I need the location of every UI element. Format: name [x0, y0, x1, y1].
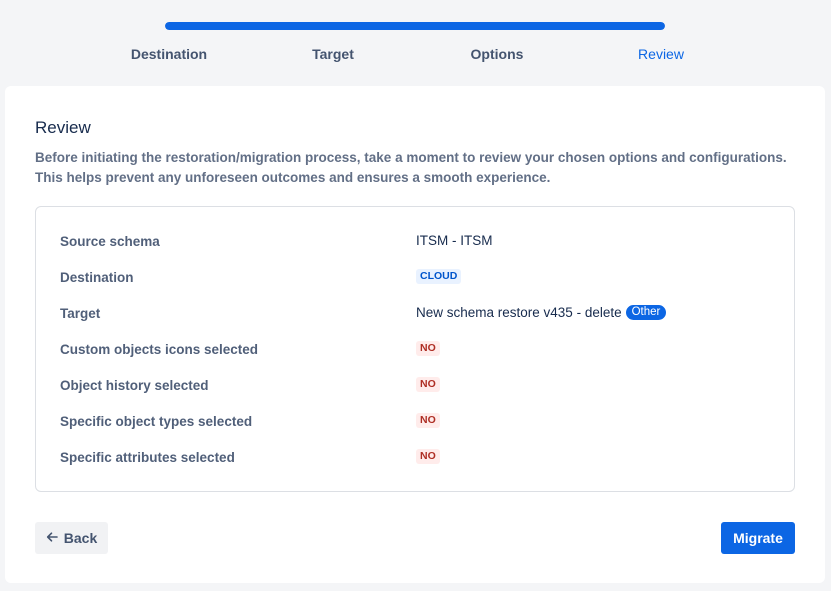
summary-panel: Source schema ITSM - ITSM Destination CL…: [35, 206, 795, 492]
review-card: Review Before initiating the restoration…: [5, 86, 825, 583]
status-badge: NO: [416, 341, 440, 356]
summary-row-object-history: Object history selected NO: [60, 374, 770, 398]
summary-value: NO: [416, 341, 440, 356]
page-title: Review: [35, 118, 91, 137]
target-type-badge: Other: [625, 305, 667, 320]
progress-bar: [165, 22, 665, 30]
summary-row-destination: Destination CLOUD: [60, 266, 770, 290]
summary-row-source-schema: Source schema ITSM - ITSM: [60, 230, 770, 254]
step-review[interactable]: Review: [591, 46, 731, 62]
summary-value: New schema restore v435 - delete Other: [416, 305, 667, 320]
summary-row-object-types: Specific object types selected NO: [60, 410, 770, 434]
summary-value: CLOUD: [416, 269, 462, 284]
summary-row-attributes: Specific attributes selected NO: [60, 446, 770, 470]
summary-label: Custom objects icons selected: [60, 342, 259, 357]
destination-badge: CLOUD: [416, 269, 462, 284]
summary-label: Source schema: [60, 234, 160, 249]
summary-label: Specific attributes selected: [60, 450, 235, 465]
status-badge: NO: [416, 413, 440, 428]
progress-bar-fill: [165, 22, 665, 30]
summary-label: Target: [60, 306, 101, 321]
back-button-label: Back: [63, 530, 98, 546]
summary-row-target: Target New schema restore v435 - delete …: [60, 302, 770, 326]
target-value: New schema restore v435 - delete: [416, 305, 622, 320]
step-destination[interactable]: Destination: [99, 46, 239, 62]
review-description: Before initiating the restoration/migrat…: [35, 150, 787, 185]
summary-label: Destination: [60, 270, 134, 285]
step-target[interactable]: Target: [263, 46, 403, 62]
source-schema-value: ITSM - ITSM: [416, 233, 493, 248]
migrate-button[interactable]: Migrate: [721, 522, 795, 554]
summary-label: Object history selected: [60, 378, 209, 393]
status-badge: NO: [416, 449, 440, 464]
arrow-left-icon: [46, 530, 58, 546]
summary-row-custom-icons: Custom objects icons selected NO: [60, 338, 770, 362]
step-options[interactable]: Options: [427, 46, 567, 62]
summary-value: NO: [416, 449, 440, 464]
status-badge: NO: [416, 377, 440, 392]
summary-label: Specific object types selected: [60, 414, 253, 429]
summary-value: ITSM - ITSM: [416, 233, 493, 248]
summary-value: NO: [416, 413, 440, 428]
back-button[interactable]: Back: [35, 522, 108, 554]
summary-value: NO: [416, 377, 440, 392]
